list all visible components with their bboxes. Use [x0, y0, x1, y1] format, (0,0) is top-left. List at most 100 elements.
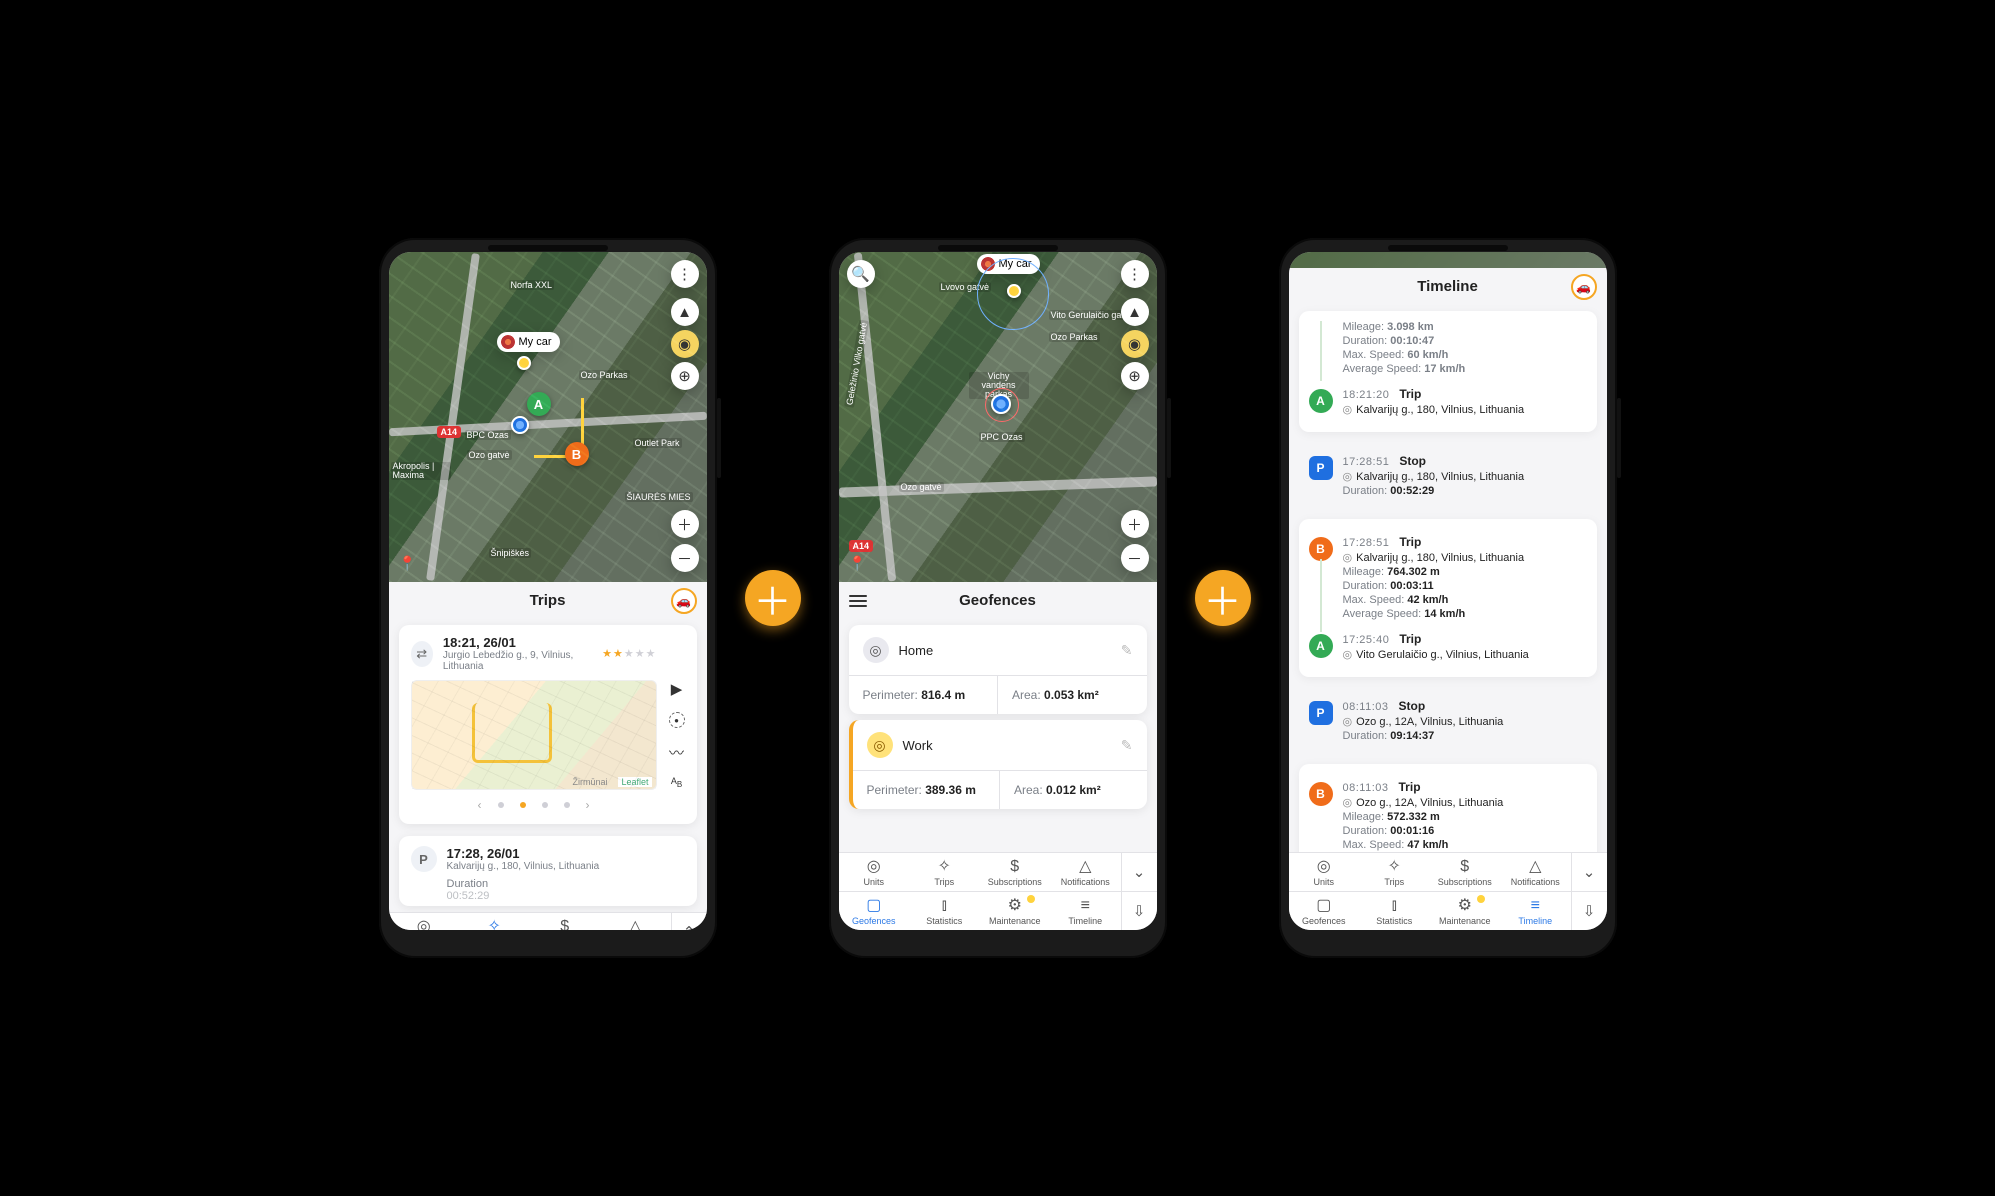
event-location: Ozo g., 12A, Vilnius, Lithuania [1343, 796, 1504, 809]
notifications-icon: △ [1529, 859, 1541, 875]
timeline-panel: Timeline 🚗 Mileage: 3.098 kmDuration: 00… [1289, 268, 1607, 930]
timeline-item[interactable]: P 17:28:51Stop Kalvarijų g., 180, Vilniu… [1299, 448, 1585, 503]
zoom-in-icon[interactable]: ＋ [1121, 510, 1149, 538]
target-icon[interactable]: ● [669, 712, 685, 728]
nav-statistics[interactable]: ⫾Statistics [909, 892, 980, 930]
pin-icon[interactable]: 📍 [399, 555, 416, 572]
timeline-item[interactable]: P 08:11:03Stop Ozo g., 12A, Vilnius, Lit… [1299, 693, 1585, 748]
compass-icon[interactable]: ▲ [671, 298, 699, 326]
panel-title: Timeline [1417, 278, 1478, 295]
nav-units[interactable]: ◎Units [1289, 853, 1360, 891]
map[interactable]: Norfa XXL Ozo Parkas BPC Ozas Akropolis … [389, 252, 707, 582]
subscriptions-icon: $ [1460, 859, 1469, 875]
car-icon [501, 335, 515, 349]
edit-icon[interactable]: ✎ [1121, 737, 1133, 754]
next-icon[interactable]: › [586, 798, 590, 812]
location-icon[interactable]: ◉ [671, 330, 699, 358]
map-label: Akropolis | Maxima [391, 462, 451, 480]
event-time: 18:21:20 [1343, 389, 1390, 401]
timeline-icon: ≡ [1081, 898, 1090, 914]
unit-chip-icon[interactable]: 🚗 [1571, 274, 1597, 300]
timeline-icon: ≡ [1531, 898, 1540, 914]
statistics-icon: ⫾ [1392, 898, 1397, 914]
maintenance-icon: ⚙ [1458, 898, 1472, 914]
menu-icon[interactable] [849, 595, 867, 607]
nav-toggle-icon[interactable]: ⇩ [1121, 892, 1157, 930]
timeline-item[interactable]: B 08:11:03Trip Ozo g., 12A, Vilnius, Lit… [1299, 774, 1585, 852]
pager-dots[interactable]: ‹ › [411, 790, 657, 814]
parking-icon: P [411, 846, 437, 872]
event-label: Stop [1399, 699, 1426, 713]
ab-icon[interactable]: AB [671, 777, 682, 788]
more-icon[interactable]: ⋮ [1121, 260, 1149, 288]
center-icon[interactable]: ⊕ [1121, 362, 1149, 390]
geofences-icon: ▢ [866, 898, 881, 914]
nav-toggle-icon[interactable]: ⇩ [1571, 892, 1607, 930]
prev-icon[interactable]: ‹ [478, 798, 482, 812]
geofence-circle-home [977, 258, 1049, 330]
geofence-card[interactable]: ◎ Home ✎ Perimeter: 816.4 m Area: 0.053 … [849, 625, 1147, 714]
geofence-perimeter: Perimeter: 816.4 m [849, 676, 998, 714]
center-icon[interactable]: ⊕ [671, 362, 699, 390]
panel-header: Timeline 🚗 [1289, 268, 1607, 305]
map-label: Ozo Parkas [579, 370, 630, 380]
play-icon[interactable]: ▶ [671, 680, 683, 698]
graph-icon[interactable]: 〰 [669, 742, 684, 763]
more-icon[interactable]: ⋮ [671, 260, 699, 288]
marker-a: A [527, 392, 551, 416]
trip-card[interactable]: ⇄ 18:21, 26/01 Jurgio Lebedžio g., 9, Vi… [399, 625, 697, 824]
timeline-card: Mileage: 3.098 kmDuration: 00:10:47Max. … [1299, 311, 1597, 432]
mycar-label: My car [519, 336, 552, 348]
nav-trips[interactable]: ✧Trips [909, 853, 980, 891]
mycar-label: My car [999, 258, 1032, 270]
mycar-chip[interactable]: My car [497, 332, 560, 352]
nav-trips[interactable]: ✧Trips [459, 913, 530, 930]
marker-b-icon: B [1309, 782, 1333, 806]
mycar-chip[interactable]: My car [977, 254, 1040, 274]
location-icon[interactable]: ◉ [1121, 330, 1149, 358]
nav-statistics[interactable]: ⫾Statistics [1359, 892, 1430, 930]
timeline-item[interactable]: B 17:28:51Trip Kalvarijų g., 180, Vilniu… [1299, 529, 1585, 626]
compass-icon[interactable]: ▲ [1121, 298, 1149, 326]
pin-icon[interactable]: 📍 [849, 555, 866, 572]
nav-timeline[interactable]: ≡Timeline [1500, 892, 1571, 930]
nav-geofences[interactable]: ▢Geofences [1289, 892, 1360, 930]
trip-card-stop[interactable]: P 17:28, 26/01 Kalvarijų g., 180, Vilniu… [399, 836, 697, 906]
marker-b-icon: B [1309, 537, 1333, 561]
edit-icon[interactable]: ✎ [1121, 642, 1133, 659]
nav-subscriptions[interactable]: $Subscriptions [1430, 853, 1501, 891]
trip-minimap[interactable]: Žirmūnai Leaflet [411, 680, 657, 790]
search-icon[interactable]: 🔍 [847, 260, 875, 288]
timeline-item[interactable]: A 18:21:20Trip Kalvarijų g., 180, Vilniu… [1299, 381, 1585, 422]
nav-geofences[interactable]: ▢Geofences [839, 892, 910, 930]
timeline-item[interactable]: A 17:25:40Trip Vito Gerulaičio g., Vilni… [1299, 626, 1585, 667]
nav-toggle-icon[interactable]: ⌄ [1121, 853, 1157, 891]
nav-subscriptions[interactable]: $Subscriptions [980, 853, 1051, 891]
nav-trips[interactable]: ✧Trips [1359, 853, 1430, 891]
nav-units[interactable]: ◎Units [389, 913, 460, 930]
map-label: Ozo Parkas [1049, 332, 1100, 342]
map[interactable]: Geležinio Vilko gatvė Ozo gatvė Ozo Park… [839, 252, 1157, 582]
nav-notifications[interactable]: △Notifications [1500, 853, 1571, 891]
nav-maintenance[interactable]: ⚙Maintenance [980, 892, 1051, 930]
map-label: PPC Ozas [979, 432, 1025, 442]
unit-chip-icon[interactable]: 🚗 [671, 588, 697, 614]
event-time: 17:28:51 [1343, 456, 1390, 468]
subscriptions-icon: $ [1010, 859, 1019, 875]
event-time: 17:25:40 [1343, 634, 1390, 646]
zoom-out-icon[interactable]: － [1121, 544, 1149, 572]
nav-toggle-icon[interactable]: ⌃ [671, 913, 707, 930]
event-time: 08:11:03 [1343, 782, 1389, 794]
nav-notifications[interactable]: △Notifications [600, 913, 671, 930]
map-label: Outlet Park [633, 438, 682, 448]
map-label: Geležinio Vilko gatvė [844, 320, 869, 408]
nav-notifications[interactable]: △Notifications [1050, 853, 1121, 891]
nav-timeline[interactable]: ≡Timeline [1050, 892, 1121, 930]
nav-units[interactable]: ◎Units [839, 853, 910, 891]
geofence-card[interactable]: ◎ Work ✎ Perimeter: 389.36 m Area: 0.012… [849, 720, 1147, 809]
nav-maintenance[interactable]: ⚙Maintenance [1430, 892, 1501, 930]
nav-subscriptions[interactable]: $Subscriptions [530, 913, 601, 930]
zoom-in-icon[interactable]: ＋ [671, 510, 699, 538]
nav-toggle-icon[interactable]: ⌄ [1571, 853, 1607, 891]
zoom-out-icon[interactable]: － [671, 544, 699, 572]
